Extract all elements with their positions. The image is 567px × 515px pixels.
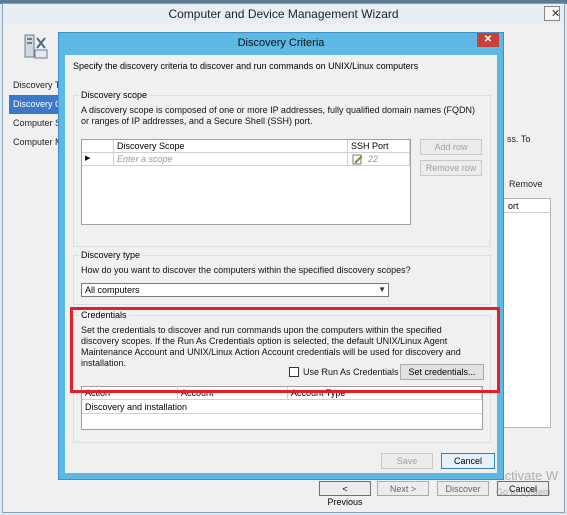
wizard-nav-item-discovery-criteria[interactable]: Discovery Criteria <box>9 95 61 114</box>
discover-button[interactable]: Discover <box>437 481 489 496</box>
wizard-nav-item-computer-management[interactable]: Computer Management <box>9 133 61 152</box>
wizard-title: Computer and Device Management Wizard <box>3 4 564 24</box>
column-ssh-port: SSH Port <box>348 140 410 153</box>
watermark-line-1: Activate W <box>496 468 559 483</box>
discovery-type-group: Discovery type How do you want to discov… <box>73 250 491 305</box>
wizard-close-button[interactable]: ✕ <box>544 6 560 21</box>
wizard-nav-item-computer-selection[interactable]: Computer Selection <box>9 114 61 133</box>
row-selector-icon: ▶ <box>82 153 114 166</box>
grid-corner <box>82 140 114 153</box>
wizard-nav: Discovery Type Discovery Criteria Comput… <box>9 76 61 152</box>
discovery-criteria-dialog: Discovery Criteria ✕ Specify the discove… <box>58 32 504 480</box>
credentials-account-cell <box>222 401 288 414</box>
discovery-scope-grid: Discovery Scope SSH Port ▶ Enter a scope… <box>81 139 411 225</box>
next-button[interactable]: Next > <box>377 481 429 496</box>
activation-watermark: Activate W Go to System <box>496 468 558 500</box>
computer-network-icon <box>24 34 48 59</box>
discovery-type-select[interactable]: All computers ▼ <box>81 283 389 297</box>
add-row-button[interactable]: Add row <box>420 139 482 155</box>
column-discovery-scope: Discovery Scope <box>114 140 348 153</box>
dialog-title: Discovery Criteria <box>237 37 325 49</box>
previous-button[interactable]: < Previous <box>319 481 371 507</box>
discovery-scope-description: A discovery scope is composed of one or … <box>81 105 476 126</box>
credentials-action-cell: Discovery and installation <box>82 401 222 414</box>
discovery-type-title: Discovery type <box>79 250 143 260</box>
discovery-scope-group: Discovery scope A discovery scope is com… <box>73 90 491 247</box>
dialog-close-button[interactable]: ✕ <box>477 33 499 47</box>
dialog-intro: Specify the discovery criteria to discov… <box>73 61 419 71</box>
table-row[interactable]: ▶ Enter a scope 22 <box>82 153 410 166</box>
scope-input[interactable]: Enter a scope <box>114 153 348 166</box>
wizard-background-list: ort <box>503 198 551 428</box>
table-row[interactable]: Discovery and installation <box>82 401 482 414</box>
dialog-body: Specify the discovery criteria to discov… <box>65 55 497 473</box>
wizard-side-text: ss. To <box>507 134 531 144</box>
discovery-type-selected: All computers <box>85 285 140 295</box>
chevron-down-icon: ▼ <box>378 285 386 294</box>
discovery-scope-title: Discovery scope <box>79 90 150 100</box>
save-button[interactable]: Save <box>381 453 433 469</box>
grid-header-row: Discovery Scope SSH Port <box>82 140 410 153</box>
remove-row-button[interactable]: Remove row <box>420 160 482 176</box>
discovery-type-question: How do you want to discover the computer… <box>81 265 411 275</box>
wizard-nav-item-discovery-type[interactable]: Discovery Type <box>9 76 61 95</box>
edit-icon[interactable] <box>352 154 363 165</box>
dialog-cancel-button[interactable]: Cancel <box>441 453 495 469</box>
credentials-highlight-box <box>70 307 500 393</box>
wizard-remove-link[interactable]: Remove <box>509 179 543 189</box>
watermark-line-2: Go to System <box>496 487 551 497</box>
credentials-type-cell <box>288 401 482 414</box>
wizard-list-header: ort <box>504 199 550 213</box>
